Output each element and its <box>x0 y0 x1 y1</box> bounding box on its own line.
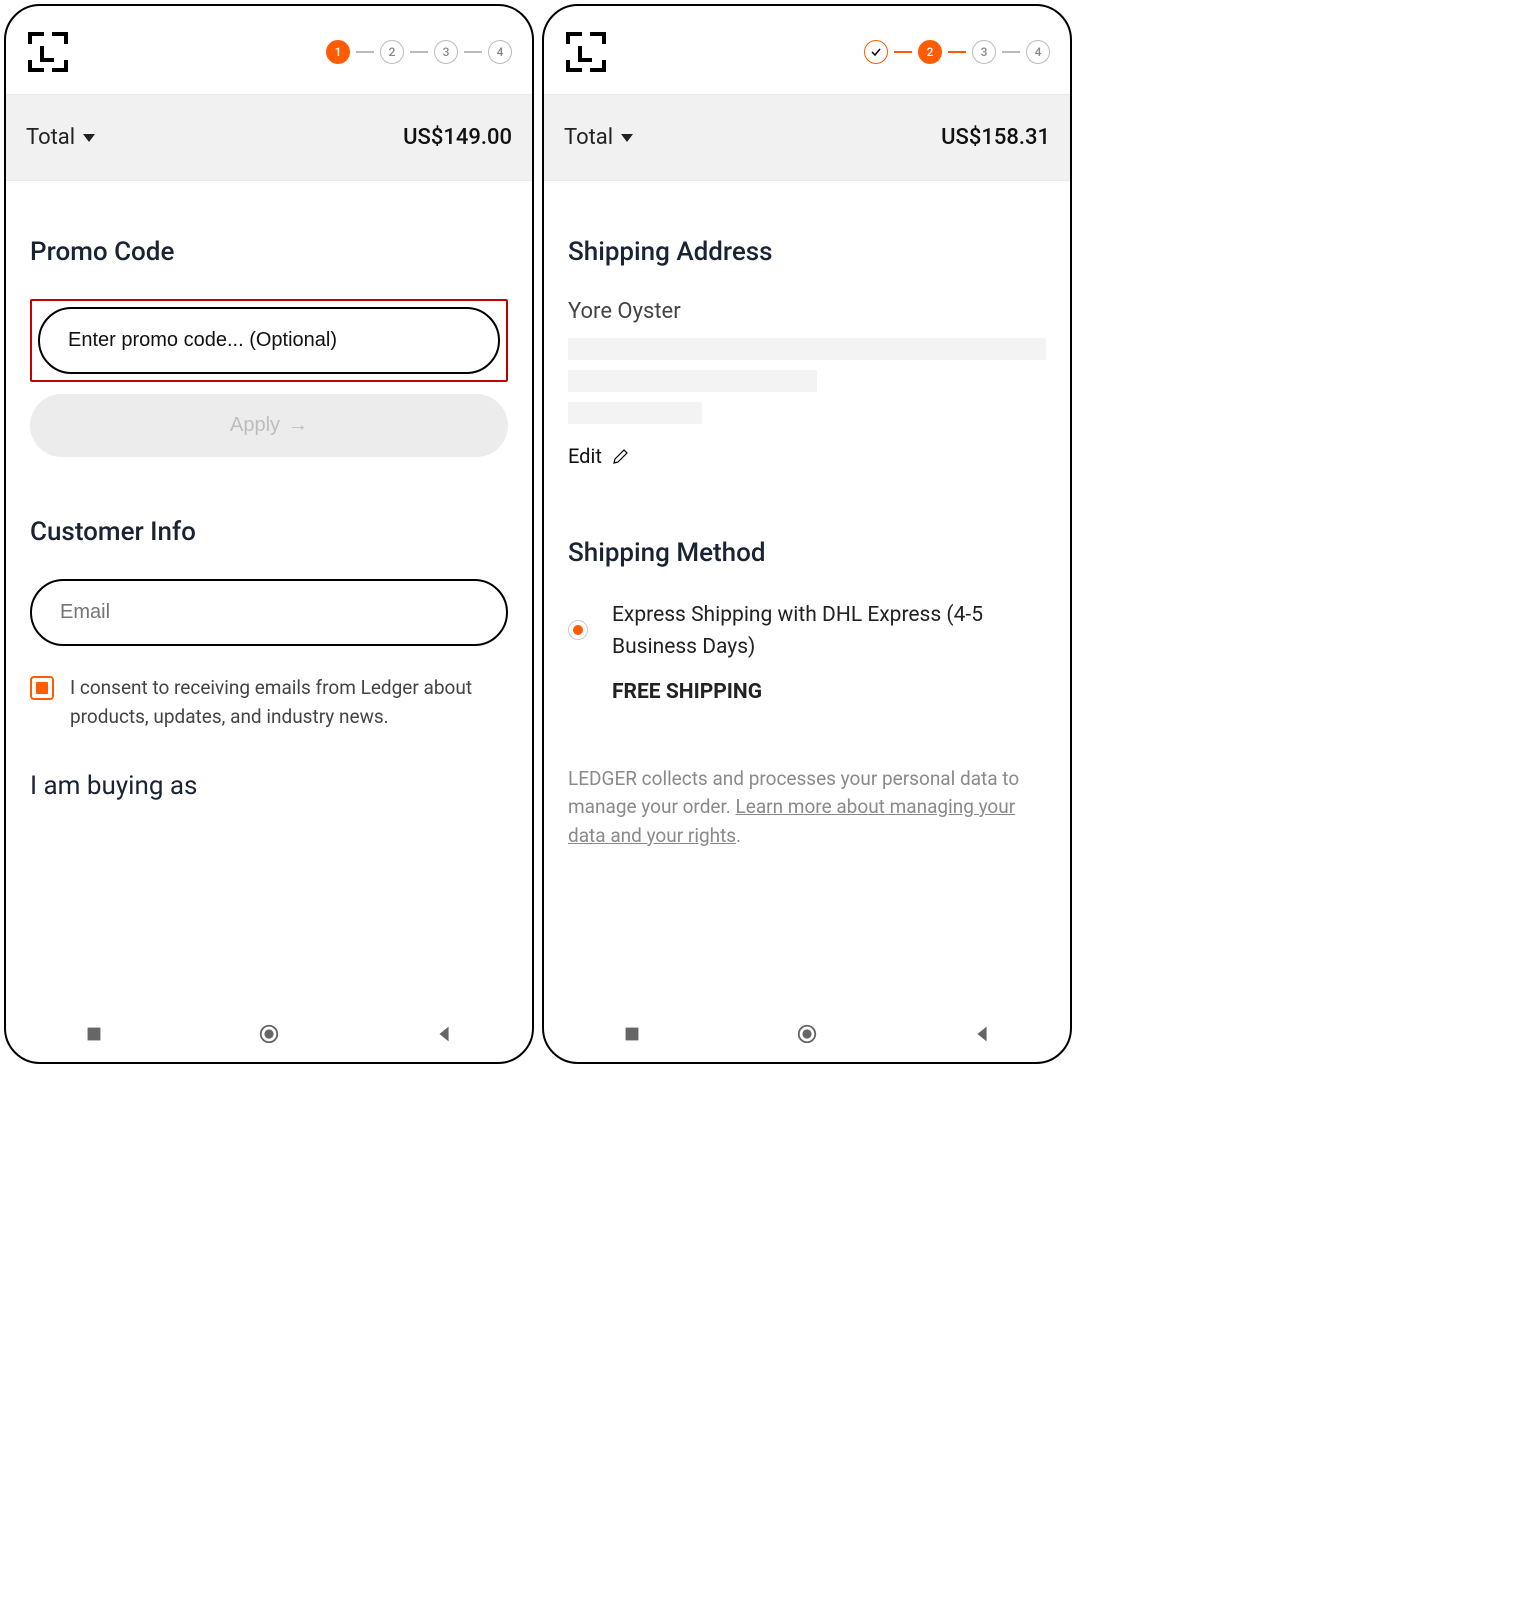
step-3: 3 <box>434 40 458 64</box>
chevron-down-icon <box>621 134 633 142</box>
total-amount: US$149.00 <box>403 125 512 150</box>
shipping-price: FREE SHIPPING <box>612 677 1046 709</box>
edit-address-link[interactable]: Edit <box>568 444 1046 468</box>
step-4: 4 <box>1026 40 1050 64</box>
email-input[interactable] <box>30 579 508 646</box>
total-bar[interactable]: Total US$149.00 <box>6 94 532 181</box>
header: 2 3 4 <box>544 6 1070 94</box>
buying-as-title: I am buying as <box>30 771 508 801</box>
recent-apps-icon[interactable] <box>83 1023 105 1045</box>
ledger-logo-icon <box>26 30 70 74</box>
content: Promo Code Apply Customer Info I consent… <box>6 181 532 1006</box>
step-2-active: 2 <box>918 40 942 64</box>
consent-row[interactable]: I consent to receiving emails from Ledge… <box>30 674 508 731</box>
address-line-redacted <box>568 402 702 424</box>
step-1-done <box>864 40 888 64</box>
shipping-option-label: Express Shipping with DHL Express (4-5 B… <box>612 603 983 659</box>
step-2: 2 <box>380 40 404 64</box>
shipping-text: Express Shipping with DHL Express (4-5 B… <box>612 600 1046 709</box>
privacy-suffix: . <box>736 824 741 847</box>
recent-apps-icon[interactable] <box>621 1023 643 1045</box>
promo-highlight-box <box>30 299 508 382</box>
address-line-redacted <box>568 370 817 392</box>
android-navbar <box>6 1006 532 1062</box>
step-4: 4 <box>488 40 512 64</box>
promo-code-title: Promo Code <box>30 237 508 267</box>
android-navbar <box>544 1006 1070 1062</box>
shipping-radio[interactable] <box>568 620 588 640</box>
phone-checkout-step1: 1 2 3 4 Total US$149.00 Promo Code Apply… <box>4 4 534 1064</box>
promo-code-input[interactable] <box>38 307 500 374</box>
chevron-down-icon <box>83 134 95 142</box>
customer-info-title: Customer Info <box>30 517 508 547</box>
total-amount: US$158.31 <box>941 125 1050 150</box>
total-text: Total <box>26 125 75 150</box>
check-icon <box>870 46 882 58</box>
stepper: 2 3 4 <box>864 40 1050 64</box>
apply-button[interactable]: Apply <box>30 394 508 457</box>
step-line <box>356 51 374 53</box>
back-icon[interactable] <box>433 1023 455 1045</box>
step-line <box>464 51 482 53</box>
header: 1 2 3 4 <box>6 6 532 94</box>
home-icon[interactable] <box>258 1023 280 1045</box>
step-1: 1 <box>326 40 350 64</box>
step-line <box>1002 51 1020 53</box>
phone-checkout-step2: 2 3 4 Total US$158.31 Shipping Address Y… <box>542 4 1072 1064</box>
back-icon[interactable] <box>971 1023 993 1045</box>
shipping-address-title: Shipping Address <box>568 237 1046 267</box>
shipping-method-title: Shipping Method <box>568 538 1046 568</box>
total-label: Total <box>564 125 633 150</box>
step-line <box>894 51 912 53</box>
stepper: 1 2 3 4 <box>326 40 512 64</box>
step-line <box>410 51 428 53</box>
address-line-redacted <box>568 338 1046 360</box>
address-name: Yore Oyster <box>568 299 1046 324</box>
total-bar[interactable]: Total US$158.31 <box>544 94 1070 181</box>
step-line <box>948 51 966 53</box>
privacy-notice: LEDGER collects and processes your perso… <box>568 765 1046 851</box>
step-3: 3 <box>972 40 996 64</box>
pencil-icon <box>612 447 630 465</box>
total-label: Total <box>26 125 95 150</box>
home-icon[interactable] <box>796 1023 818 1045</box>
edit-label: Edit <box>568 444 602 468</box>
consent-checkbox[interactable] <box>30 676 54 700</box>
consent-label: I consent to receiving emails from Ledge… <box>70 674 508 731</box>
apply-label: Apply <box>230 414 280 437</box>
total-text: Total <box>564 125 613 150</box>
shipping-option-row[interactable]: Express Shipping with DHL Express (4-5 B… <box>568 600 1046 709</box>
content: Shipping Address Yore Oyster Edit Shippi… <box>544 181 1070 1006</box>
arrow-right-icon <box>288 414 308 437</box>
ledger-logo-icon <box>564 30 608 74</box>
